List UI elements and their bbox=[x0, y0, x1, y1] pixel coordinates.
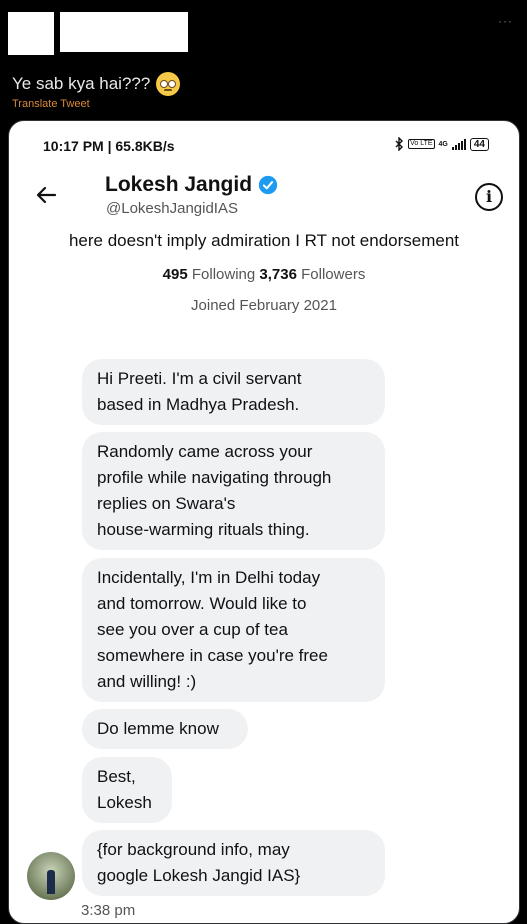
verified-badge-icon bbox=[258, 175, 278, 195]
message-bubble[interactable]: Best, Lokesh bbox=[82, 757, 172, 823]
joined-date: Joined February 2021 bbox=[191, 297, 337, 314]
message-bubble[interactable]: {for background info, may google Lokesh … bbox=[82, 830, 385, 896]
battery-icon: 44 bbox=[469, 137, 489, 151]
back-arrow-icon[interactable] bbox=[35, 183, 59, 207]
tweet-text: Ye sab kya hai??? bbox=[12, 72, 181, 96]
profile-bio: here doesn't imply admiration I RT not e… bbox=[68, 231, 460, 250]
message-bubble[interactable]: Incidentally, I'm in Delhi today and tom… bbox=[82, 558, 385, 702]
profile-handle: @LokeshJangidIAS bbox=[106, 200, 238, 217]
phone-status-bar: 10:17 PM | 65.8KB/s Vo LTE 4G 44 bbox=[9, 121, 519, 161]
sender-avatar[interactable] bbox=[27, 852, 75, 900]
status-icons: Vo LTE 4G 44 bbox=[395, 137, 489, 151]
message-bubble[interactable]: Do lemme know bbox=[82, 709, 248, 749]
message-bubble[interactable]: Randomly came across your profile while … bbox=[82, 432, 385, 550]
bluetooth-icon bbox=[395, 137, 404, 151]
status-time: 10:17 PM | 65.8KB/s bbox=[43, 138, 175, 154]
volte-icon: Vo LTE bbox=[408, 139, 435, 149]
message-bubble[interactable]: Hi Preeti. I'm a civil servant based in … bbox=[82, 359, 385, 425]
followers-label[interactable]: Followers bbox=[301, 266, 365, 283]
avatar-figure bbox=[47, 870, 55, 894]
message-timestamp: 3:38 pm bbox=[81, 902, 136, 919]
profile-stats: 495 Following 3,736 Followers bbox=[9, 266, 519, 283]
rolling-eyes-emoji-icon bbox=[156, 72, 181, 96]
more-options-icon[interactable]: ··· bbox=[498, 14, 513, 28]
info-icon[interactable]: i bbox=[475, 183, 503, 211]
profile-name: Lokesh Jangid bbox=[105, 173, 278, 197]
translate-tweet-link[interactable]: Translate Tweet bbox=[12, 98, 90, 110]
profile-header: Lokesh Jangid @LokeshJangidIAS i bbox=[9, 163, 519, 221]
following-label[interactable]: Following bbox=[192, 266, 255, 283]
network-type-label: 4G bbox=[438, 140, 448, 148]
redacted-avatar bbox=[8, 12, 54, 55]
redacted-username bbox=[60, 12, 188, 52]
tweet-text-label: Ye sab kya hai??? bbox=[12, 74, 151, 93]
following-count[interactable]: 495 bbox=[163, 266, 188, 283]
followers-count[interactable]: 3,736 bbox=[259, 266, 297, 283]
signal-icon bbox=[451, 138, 466, 150]
profile-name-label: Lokesh Jangid bbox=[105, 173, 253, 196]
embedded-screenshot[interactable]: 10:17 PM | 65.8KB/s Vo LTE 4G 44 Lokesh … bbox=[8, 120, 520, 924]
